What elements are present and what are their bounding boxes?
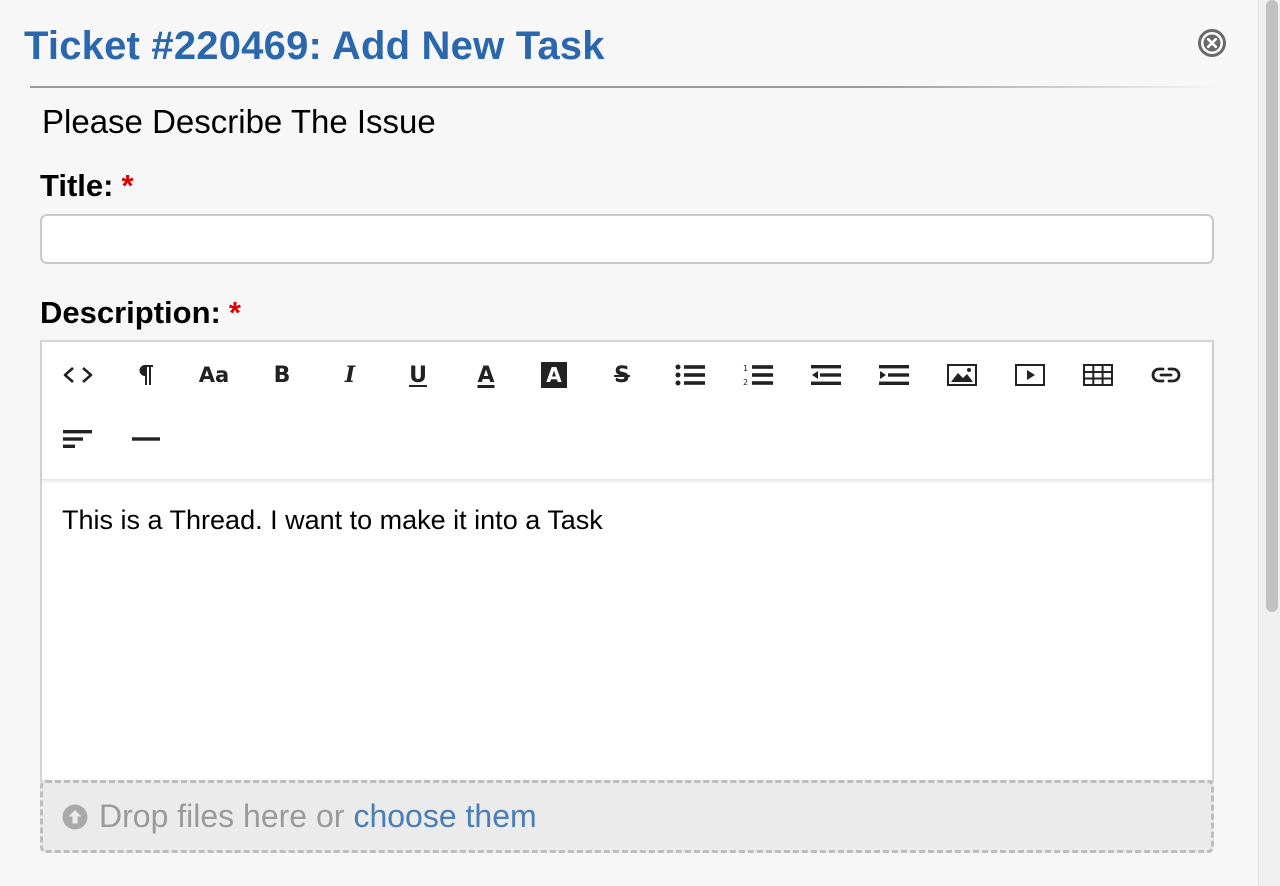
svg-text:1: 1: [743, 364, 748, 373]
font-size-icon[interactable]: Aa: [190, 351, 238, 399]
align-icon[interactable]: [54, 415, 102, 463]
description-label-text: Description:: [40, 295, 221, 330]
background-color-glyph: A: [541, 362, 567, 388]
background-color-icon[interactable]: A: [530, 351, 578, 399]
close-icon[interactable]: [1197, 28, 1227, 58]
description-label: Description: *: [40, 295, 241, 331]
scrollbar-thumb[interactable]: [1266, 0, 1278, 612]
title-label: Title: *: [40, 168, 134, 204]
section-title: Please Describe The Issue: [42, 103, 436, 140]
paragraph-icon[interactable]: [122, 351, 170, 399]
choose-files-link[interactable]: choose them: [353, 798, 536, 835]
font-color-icon[interactable]: A: [462, 351, 510, 399]
indent-icon[interactable]: [870, 351, 918, 399]
outdent-icon[interactable]: [802, 351, 850, 399]
code-view-icon[interactable]: [54, 351, 102, 399]
bold-icon[interactable]: B: [258, 351, 306, 399]
title-divider: [30, 86, 1224, 88]
link-icon[interactable]: [1142, 351, 1190, 399]
ordered-list-icon[interactable]: 12: [734, 351, 782, 399]
add-task-dialog: Ticket #220469: Add New Task Please Desc…: [0, 0, 1258, 886]
title-input[interactable]: [40, 214, 1214, 264]
required-mark: *: [121, 168, 134, 203]
title-label-text: Title:: [40, 168, 114, 203]
editor-toolbar: Aa B I U A A S 12: [42, 342, 1212, 480]
strikethrough-icon[interactable]: S: [598, 351, 646, 399]
image-icon[interactable]: [938, 351, 986, 399]
video-icon[interactable]: [1006, 351, 1054, 399]
required-mark: *: [228, 295, 241, 330]
dialog-title: Ticket #220469: Add New Task: [24, 24, 605, 68]
horizontal-rule-icon[interactable]: [122, 415, 170, 463]
unordered-list-icon[interactable]: [666, 351, 714, 399]
underline-icon[interactable]: U: [394, 351, 442, 399]
file-dropzone[interactable]: Drop files here or choose them: [40, 780, 1214, 853]
svg-text:2: 2: [743, 378, 748, 386]
dropzone-text: Drop files here or: [99, 798, 345, 834]
table-icon[interactable]: [1074, 351, 1122, 399]
upload-icon: [61, 803, 89, 831]
italic-icon[interactable]: I: [326, 351, 374, 399]
rich-text-editor: Aa B I U A A S 12 This is a Thread. I wa…: [40, 340, 1214, 782]
editor-content[interactable]: This is a Thread. I want to make it into…: [62, 505, 603, 536]
